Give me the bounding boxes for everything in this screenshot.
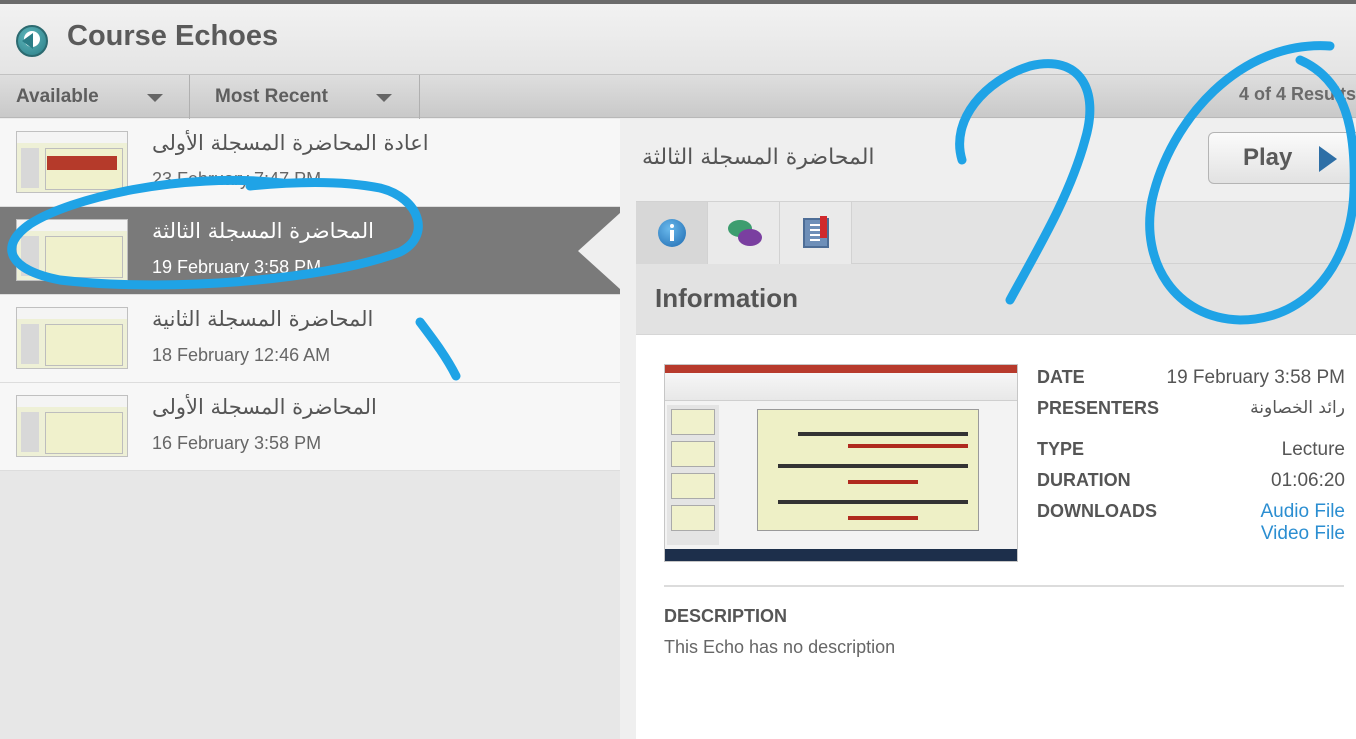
echo-date: 18 February 12:46 AM xyxy=(152,345,331,365)
echo-thumbnail xyxy=(16,395,128,457)
availability-dropdown-label: Available xyxy=(16,86,99,107)
tab-bookmarks[interactable] xyxy=(780,202,852,264)
tab-information[interactable] xyxy=(636,202,708,264)
echo-list-item-selected[interactable]: المحاضرة المسجلة الثالثة 19 February 3:5… xyxy=(0,207,620,295)
play-icon xyxy=(1319,146,1337,172)
description-text: This Echo has no description xyxy=(664,637,896,657)
detail-tabs xyxy=(636,201,1356,264)
type-value: Lecture xyxy=(1281,439,1345,460)
echo-date: 16 February 3:58 PM xyxy=(152,433,322,453)
back-arrow-icon xyxy=(22,33,33,49)
divider xyxy=(664,585,1344,587)
chevron-down-icon xyxy=(147,94,163,102)
information-header: Information xyxy=(636,264,1356,335)
echo-title: المحاضرة المسجلة الأولى xyxy=(152,395,377,419)
description-label: DESCRIPTION xyxy=(664,606,788,626)
echo-preview-image[interactable] xyxy=(664,364,1018,562)
chevron-down-icon xyxy=(376,94,392,102)
sort-dropdown[interactable]: Most Recent xyxy=(190,75,420,119)
selection-pointer xyxy=(578,213,620,289)
date-label: DATE xyxy=(1037,367,1085,387)
filter-bar: Available Most Recent 4 of 4 Results xyxy=(0,74,1356,119)
presenters-value: رائد الخصاونة xyxy=(1250,398,1345,418)
echo-date: 19 February 3:58 PM xyxy=(152,257,322,277)
page-title: Course Echoes xyxy=(67,20,279,52)
echo-list-item[interactable]: المحاضرة المسجلة الأولى 16 February 3:58… xyxy=(0,383,620,471)
echo-list-item[interactable]: اعادة المحاضرة المسجلة الأولى 23 Februar… xyxy=(0,119,620,207)
downloads-label: DOWNLOADS xyxy=(1037,501,1157,521)
type-label: TYPE xyxy=(1037,439,1085,459)
audio-file-link[interactable]: Audio File xyxy=(1261,501,1346,523)
detail-title: المحاضرة المسجلة الثالثة xyxy=(642,145,875,170)
echo-list-item[interactable]: المحاضرة المسجلة الثانية 18 February 12:… xyxy=(0,295,620,383)
duration-label: DURATION xyxy=(1037,470,1131,490)
information-heading: Information xyxy=(655,283,798,313)
echo-list: اعادة المحاضرة المسجلة الأولى 23 Februar… xyxy=(0,119,620,739)
echo-title: المحاضرة المسجلة الثانية xyxy=(152,307,374,331)
results-count: 4 of 4 Results xyxy=(1238,84,1356,104)
echo-thumbnail xyxy=(16,307,128,369)
duration-value: 01:06:20 xyxy=(1271,470,1345,491)
play-button[interactable]: Play xyxy=(1208,132,1356,184)
availability-dropdown[interactable]: Available xyxy=(0,75,190,119)
information-body: DATE 19 February 3:58 PM PRESENTERS رائد… xyxy=(636,335,1356,739)
echo-thumbnail xyxy=(16,219,128,281)
info-icon xyxy=(658,219,686,247)
echo-thumbnail xyxy=(16,131,128,193)
tab-discussions[interactable] xyxy=(708,202,780,264)
play-button-label: Play xyxy=(1243,144,1293,171)
date-value: 19 February 3:58 PM xyxy=(1166,367,1345,388)
app-header: Course Echoes xyxy=(0,4,1356,74)
echo-title: اعادة المحاضرة المسجلة الأولى xyxy=(152,131,429,155)
echo-detail-panel: المحاضرة المسجلة الثالثة Play Informatio… xyxy=(620,119,1356,739)
sort-dropdown-label: Most Recent xyxy=(215,86,328,107)
presenters-label: PRESENTERS xyxy=(1037,398,1160,418)
echo-title: المحاضرة المسجلة الثالثة xyxy=(152,219,374,243)
bookmarks-icon xyxy=(803,216,829,248)
discussion-icon xyxy=(728,220,762,248)
echo-date: 23 February 7:47 PM xyxy=(152,169,322,189)
video-file-link[interactable]: Video File xyxy=(1261,523,1345,545)
